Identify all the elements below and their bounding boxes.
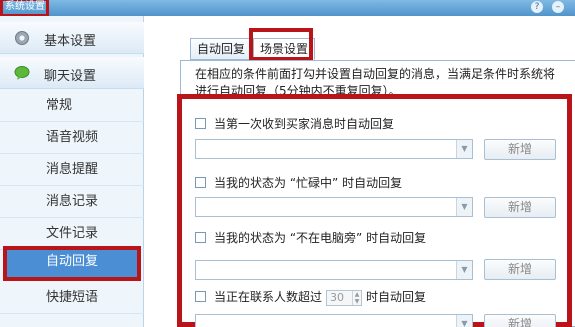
add-button[interactable]: 新增 xyxy=(484,197,556,218)
sidebar-group-label: 基本设置 xyxy=(44,34,97,49)
checkbox[interactable] xyxy=(195,232,206,243)
sidebar-group-label: 聊天设置 xyxy=(44,69,97,84)
rule-label: 当我的状态为 “不在电脑旁” 时自动回复 xyxy=(214,231,427,245)
count-value: 30 xyxy=(330,290,345,304)
sidebar-item-label: 语音视频 xyxy=(46,130,99,145)
checkbox[interactable] xyxy=(195,177,206,188)
reply-select[interactable]: ▼ xyxy=(195,314,473,327)
sidebar-item-message-history[interactable]: 消息记录 xyxy=(0,186,144,218)
sidebar-item-label: 常规 xyxy=(46,98,73,113)
rule-contacts-exceed[interactable]: 当正在联系人数超过 30 ▲ ▼ 时自动回复 xyxy=(195,289,426,307)
reply-select[interactable]: ▼ xyxy=(195,260,473,280)
chevron-down-icon[interactable]: ▼ xyxy=(456,198,472,216)
chevron-down-icon[interactable]: ▼ xyxy=(456,261,472,279)
rule-away-status[interactable]: 当我的状态为 “不在电脑旁” 时自动回复 xyxy=(195,230,426,248)
tab-highlight xyxy=(249,28,313,61)
stepper-arrows-icon[interactable]: ▲ ▼ xyxy=(352,290,361,305)
gear-icon xyxy=(15,31,29,45)
rule-label: 当第一次收到买家消息时自动回复 xyxy=(214,117,395,131)
window-title: 系统设置 xyxy=(5,1,45,12)
chevron-down-icon[interactable]: ▼ xyxy=(456,140,472,158)
sidebar: 基本设置 聊天设置 常规 语音视频 消息提醒 消息记录 文件记录 自动回复 快捷… xyxy=(0,16,144,327)
minimize-icon[interactable]: – xyxy=(552,1,564,13)
sidebar-group-basic[interactable]: 基本设置 xyxy=(0,22,144,54)
sidebar-item-notifications[interactable]: 消息提醒 xyxy=(0,154,144,186)
sidebar-item-label: 自动回复 xyxy=(46,254,99,269)
checkbox[interactable] xyxy=(195,291,206,302)
rule-label: 当我的状态为 “忙碌中” 时自动回复 xyxy=(214,176,403,190)
window-title-highlight: 系统设置 xyxy=(0,0,49,17)
title-bar: 系统设置 ? – xyxy=(0,0,575,17)
rule-busy-status[interactable]: 当我的状态为 “忙碌中” 时自动回复 xyxy=(195,175,402,193)
tab-auto-reply[interactable]: 自动回复 xyxy=(190,38,253,60)
checkbox[interactable] xyxy=(195,118,206,129)
reply-select[interactable]: ▼ xyxy=(195,197,473,217)
rule-first-message[interactable]: 当第一次收到买家消息时自动回复 xyxy=(195,116,394,134)
add-button[interactable]: 新增 xyxy=(484,314,556,327)
sidebar-item-auto-reply[interactable]: 自动回复 xyxy=(3,246,141,281)
sidebar-item-label: 消息提醒 xyxy=(46,162,99,177)
rule-label: 当正在联系人数超过 xyxy=(214,290,323,304)
sidebar-item-quick-phrases[interactable]: 快捷短语 xyxy=(0,282,144,314)
sidebar-group-chat[interactable]: 聊天设置 xyxy=(0,57,144,89)
rule-label-after: 时自动回复 xyxy=(366,290,427,304)
chat-bubble-icon xyxy=(14,66,30,80)
help-icon[interactable]: ? xyxy=(531,1,543,13)
count-stepper[interactable]: 30 ▲ ▼ xyxy=(326,289,363,306)
reply-select[interactable]: ▼ xyxy=(195,139,473,159)
add-button[interactable]: 新增 xyxy=(484,139,556,160)
add-button[interactable]: 新增 xyxy=(484,259,556,280)
sidebar-item-general[interactable]: 常规 xyxy=(0,90,144,122)
main-panel: 自动回复 场景设置 在相应的条件前面打勾并设置自动回复的消息，当满足条件时系统将… xyxy=(145,16,575,327)
sidebar-item-label: 消息记录 xyxy=(46,194,99,209)
sidebar-item-label: 快捷短语 xyxy=(46,290,99,305)
sidebar-item-voice-video[interactable]: 语音视频 xyxy=(0,122,144,154)
chevron-down-icon[interactable]: ▼ xyxy=(456,315,472,327)
